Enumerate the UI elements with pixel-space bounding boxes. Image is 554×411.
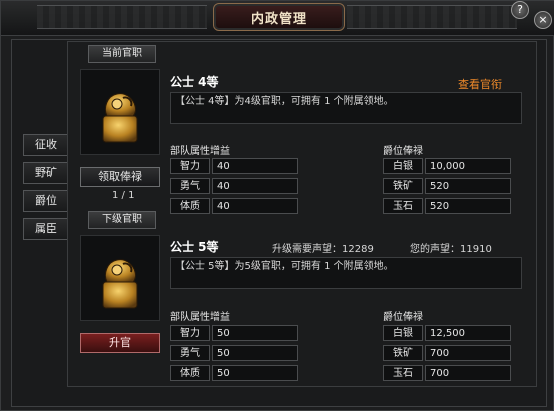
title-plate: 内政管理 — [213, 3, 345, 31]
current-salary-row: 玉石 520 — [383, 198, 513, 214]
your-prestige: 您的声望：11910 — [410, 244, 492, 255]
tab-vassals[interactable]: 属臣 — [23, 218, 69, 240]
attr-value: 40 — [212, 158, 298, 174]
salary-value: 520 — [425, 198, 511, 214]
salary-value: 700 — [425, 365, 511, 381]
current-salary-header: 爵位俸禄 — [383, 146, 423, 157]
attr-name: 体质 — [170, 198, 210, 214]
next-rank-name: 公士 5等 — [170, 240, 219, 254]
attr-value: 40 — [212, 198, 298, 214]
view-titles-link[interactable]: 查看官衔 — [458, 76, 502, 92]
salary-value: 700 — [425, 345, 511, 361]
title-ornament-left — [37, 5, 207, 29]
rank-content-panel: 当前官职 领取俸禄 1 / 1 公士 4等 查看官衔 【公士 4等】为4级官职， — [67, 41, 537, 387]
current-salary-row: 白银 10,000 — [383, 158, 513, 174]
title-ornament-right — [347, 5, 517, 29]
next-attr-row: 体质 50 — [170, 365, 300, 381]
next-rank-portrait — [80, 235, 160, 321]
promote-button[interactable]: 升官 — [80, 333, 160, 353]
salary-name: 玉石 — [383, 365, 423, 381]
current-rank-header: 当前官职 — [88, 45, 156, 63]
close-icon[interactable]: × — [534, 11, 552, 29]
next-rank-description: 【公士 5等】为5级官职，可拥有 1 个附属领地。 — [170, 257, 522, 289]
collect-salary-button[interactable]: 领取俸禄 — [80, 167, 160, 187]
current-attr-row: 勇气 40 — [170, 178, 300, 194]
tab-levy[interactable]: 征收 — [23, 134, 69, 156]
current-attr-header: 部队属性增益 — [170, 146, 230, 157]
current-attr-row: 体质 40 — [170, 198, 300, 214]
required-prestige: 升级需要声望：12289 — [272, 244, 374, 255]
seal-icon — [102, 93, 138, 143]
left-tab-bar: 征收 野矿 爵位 属臣 — [23, 134, 69, 246]
next-salary-row: 白银 12,500 — [383, 325, 513, 341]
attr-name: 智力 — [170, 158, 210, 174]
attr-value: 50 — [212, 325, 298, 341]
salary-name: 铁矿 — [383, 345, 423, 361]
current-rank-name: 公士 4等 — [170, 75, 219, 89]
salary-value: 520 — [425, 178, 511, 194]
attr-value: 40 — [212, 178, 298, 194]
attr-name: 勇气 — [170, 345, 210, 361]
tab-rank[interactable]: 爵位 — [23, 190, 69, 212]
tab-wild-mine[interactable]: 野矿 — [23, 162, 69, 184]
attr-value: 50 — [212, 345, 298, 361]
current-attr-row: 智力 40 — [170, 158, 300, 174]
attr-value: 50 — [212, 365, 298, 381]
interior-management-window: 内政管理 ? × 征收 野矿 爵位 属臣 当前官职 领取俸禄 1 / 1 公士 … — [0, 0, 554, 411]
salary-name: 白银 — [383, 325, 423, 341]
next-salary-row: 玉石 700 — [383, 365, 513, 381]
attr-name: 勇气 — [170, 178, 210, 194]
help-icon[interactable]: ? — [511, 1, 529, 19]
next-attr-row: 智力 50 — [170, 325, 300, 341]
current-salary-row: 铁矿 520 — [383, 178, 513, 194]
next-attr-header: 部队属性增益 — [170, 312, 230, 323]
current-rank-portrait — [80, 69, 160, 155]
next-salary-header: 爵位俸禄 — [383, 312, 423, 323]
salary-name: 铁矿 — [383, 178, 423, 194]
attr-name: 体质 — [170, 365, 210, 381]
page-indicator: 1 / 1 — [112, 190, 135, 201]
current-rank-description: 【公士 4等】为4级官职，可拥有 1 个附属领地。 — [170, 92, 522, 124]
next-attr-row: 勇气 50 — [170, 345, 300, 361]
next-salary-row: 铁矿 700 — [383, 345, 513, 361]
attr-name: 智力 — [170, 325, 210, 341]
title-bar: 内政管理 ? × — [1, 1, 554, 36]
salary-value: 10,000 — [425, 158, 511, 174]
salary-name: 玉石 — [383, 198, 423, 214]
window-title: 内政管理 — [250, 12, 307, 27]
next-rank-header: 下级官职 — [88, 211, 156, 229]
salary-name: 白银 — [383, 158, 423, 174]
seal-icon — [102, 259, 138, 309]
salary-value: 12,500 — [425, 325, 511, 341]
